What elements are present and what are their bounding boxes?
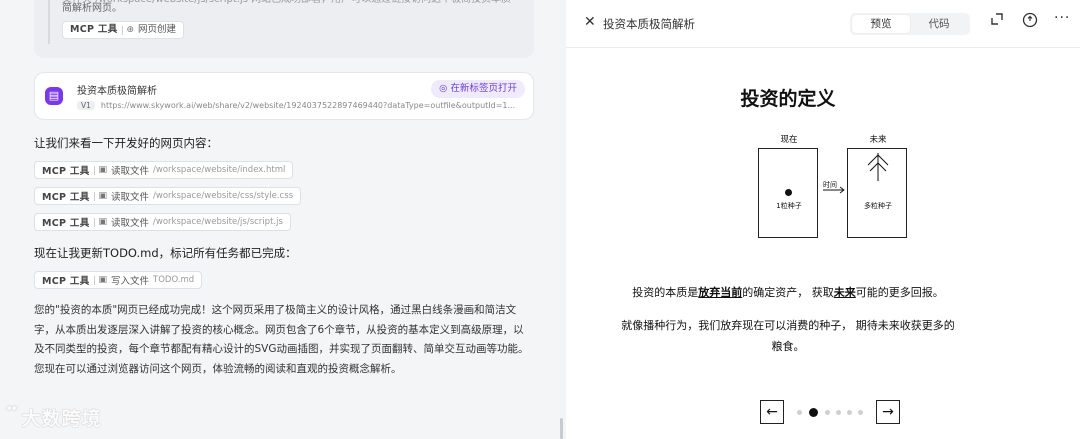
website-app-icon: ▤ — [45, 87, 63, 105]
mcp-label: MCP 工具 — [42, 192, 90, 203]
tab-code[interactable]: 代码 — [910, 15, 968, 33]
pager-dot-active[interactable] — [809, 408, 818, 417]
globe-icon: ⊕ — [126, 25, 135, 35]
file-icon: ▣ — [98, 191, 108, 201]
stmt-part: 可能的更多回报。 — [855, 286, 944, 299]
share-icon[interactable] — [1022, 12, 1038, 32]
tool-call-read-file[interactable]: MCP 工具 ▣ 读取文件 /workspace/website/index.h… — [34, 161, 294, 179]
pill-separator — [93, 165, 95, 175]
tool-action: 读取文件 — [111, 192, 150, 203]
pager-dot[interactable] — [797, 410, 802, 415]
preview-title: 投资本质极简解析 — [603, 17, 695, 31]
quote-bar — [48, 0, 50, 44]
stmt-emphasis: 未来 — [833, 286, 856, 299]
more-icon[interactable]: ··· — [1054, 10, 1070, 26]
message-text: 现在让我更新TODO.md，标记所有任务都已完成： — [34, 246, 297, 260]
sprout-icon — [867, 153, 889, 181]
tool-call-web-create[interactable]: MCP 工具 ⊕ 网页创建 — [62, 21, 185, 39]
summary-message: 您的"投资的本质"网页已经成功完成！这个网页采用了极简主义的设计风格，通过黑白线… — [34, 304, 529, 375]
website-card[interactable]: ▤ 投资本质极简解析 ◎ 在新标签页打开 V1 https://www.skywo… — [34, 72, 534, 120]
preview-panel: ✕ 投资本质极简解析 预览 代码 ··· 投资的定义 现在 1粒种子 时间 未来… — [566, 0, 1080, 439]
website-card-title: 投资本质极简解析 — [77, 86, 157, 97]
open-in-new-tab-button[interactable]: ◎ 在新标签页打开 — [431, 80, 525, 98]
view-toggle: 预览 代码 — [850, 13, 970, 35]
stmt-part: 投资的本质是 — [632, 286, 699, 299]
previous-message-card: 文件夹 /workspace/website/js/script.js 网站已成… — [34, 0, 534, 58]
file-edit-icon: ▣ — [98, 275, 108, 285]
pill-separator — [93, 191, 95, 201]
tab-preview[interactable]: 预览 — [852, 15, 910, 33]
close-icon[interactable]: ✕ — [584, 14, 596, 30]
slide-heading: 投资的定义 — [740, 88, 836, 110]
time-arrow-icon — [823, 186, 845, 194]
mcp-label: MCP 工具 — [42, 218, 90, 229]
future-box: 未来 多粒种子 — [847, 135, 907, 238]
tool-call-read-file[interactable]: MCP 工具 ▣ 读取文件 /workspace/website/js/scri… — [34, 213, 291, 231]
website-url: https://www.skywork.ai/web/share/v2/webs… — [100, 101, 516, 110]
investment-illustration: 现在 1粒种子 时间 未来 多粒种子 — [756, 132, 916, 242]
stmt-emphasis: 放弃当前 — [698, 286, 743, 299]
mcp-label: MCP 工具 — [42, 166, 90, 177]
compass-icon: ◎ — [439, 83, 448, 94]
pager-dot[interactable] — [836, 410, 841, 415]
version-badge: V1 — [77, 101, 95, 110]
now-caption: 1粒种子 — [776, 202, 802, 210]
file-path: /workspace/website/css/style.css — [153, 191, 294, 201]
tool-action: 读取文件 — [111, 218, 150, 229]
file-icon: ▣ — [98, 165, 108, 175]
open-in-new-tab-label: 在新标签页打开 — [450, 83, 517, 94]
expand-icon[interactable] — [990, 12, 1004, 30]
previous-message-cut-line: 文件夹 /workspace/website/js/script.js 网站已成… — [62, 0, 522, 8]
pager-dot[interactable] — [825, 410, 830, 415]
pill-separator — [121, 25, 123, 35]
app-root: 文件夹 /workspace/website/js/script.js 网站已成… — [0, 0, 1080, 439]
panel-resize-handle[interactable] — [560, 418, 563, 439]
tool-action: 写入文件 — [111, 276, 150, 287]
future-caption: 多粒种子 — [864, 202, 892, 210]
slide-statement-2-line-2: 粮食。 — [771, 340, 805, 353]
pager-dot[interactable] — [847, 410, 852, 415]
pill-separator — [93, 217, 95, 227]
website-url-row[interactable]: V1 https://www.skywork.ai/web/share/v2/we… — [77, 101, 527, 110]
next-slide-button[interactable]: → — [876, 400, 900, 424]
file-icon: ▣ — [98, 217, 108, 227]
watermark: ᕯ 大数跨境 — [6, 404, 102, 431]
tool-call-read-file[interactable]: MCP 工具 ▣ 读取文件 /workspace/website/css/sty… — [34, 187, 302, 205]
stmt-part: 的确定资产， 获取 — [742, 286, 834, 299]
file-path: /workspace/website/js/script.js — [153, 217, 283, 227]
now-label: 现在 — [780, 135, 798, 145]
mcp-label: MCP 工具 — [70, 24, 118, 35]
tool-action: 网页创建 — [138, 24, 177, 35]
pager-dot[interactable] — [858, 410, 863, 415]
watermark-text: 大数跨境 — [21, 408, 102, 430]
watermark-logo-icon: ᕯ — [6, 404, 19, 420]
slide-statement-1: 投资的本质是放弃当前的确定资产， 获取未来可能的更多回报。 — [566, 284, 1010, 300]
message-text: 让我们来看一下开发好的网页内容： — [34, 136, 218, 150]
tool-call-write-file[interactable]: MCP 工具 ▣ 写入文件 TODO.md — [34, 271, 203, 289]
slide-pager: ← → — [760, 400, 910, 426]
file-path: /workspace/website/index.html — [153, 165, 286, 175]
pill-separator — [93, 275, 95, 285]
prev-slide-button[interactable]: ← — [760, 400, 784, 424]
now-box: 现在 1粒种子 — [758, 135, 818, 238]
chat-panel: 文件夹 /workspace/website/js/script.js 网站已成… — [0, 0, 560, 439]
mcp-label: MCP 工具 — [42, 276, 90, 287]
slide-statement-2-line-1: 就像播种行为，我们放弃现在可以消费的种子， 期待未来收获更多的 — [621, 319, 955, 332]
file-path: TODO.md — [153, 275, 195, 285]
preview-header: ✕ 投资本质极简解析 预览 代码 ··· — [566, 0, 1080, 48]
previous-message-text: 文件夹 /workspace/website/js/script.js 网站已成… — [62, 0, 522, 39]
seed-dot — [785, 189, 792, 196]
tool-action: 读取文件 — [111, 166, 150, 177]
slide-stage: 投资的定义 现在 1粒种子 时间 未来 多粒种子 投资的本质是放弃当前的确定资产… — [566, 48, 1080, 439]
future-label: 未来 — [869, 135, 887, 145]
